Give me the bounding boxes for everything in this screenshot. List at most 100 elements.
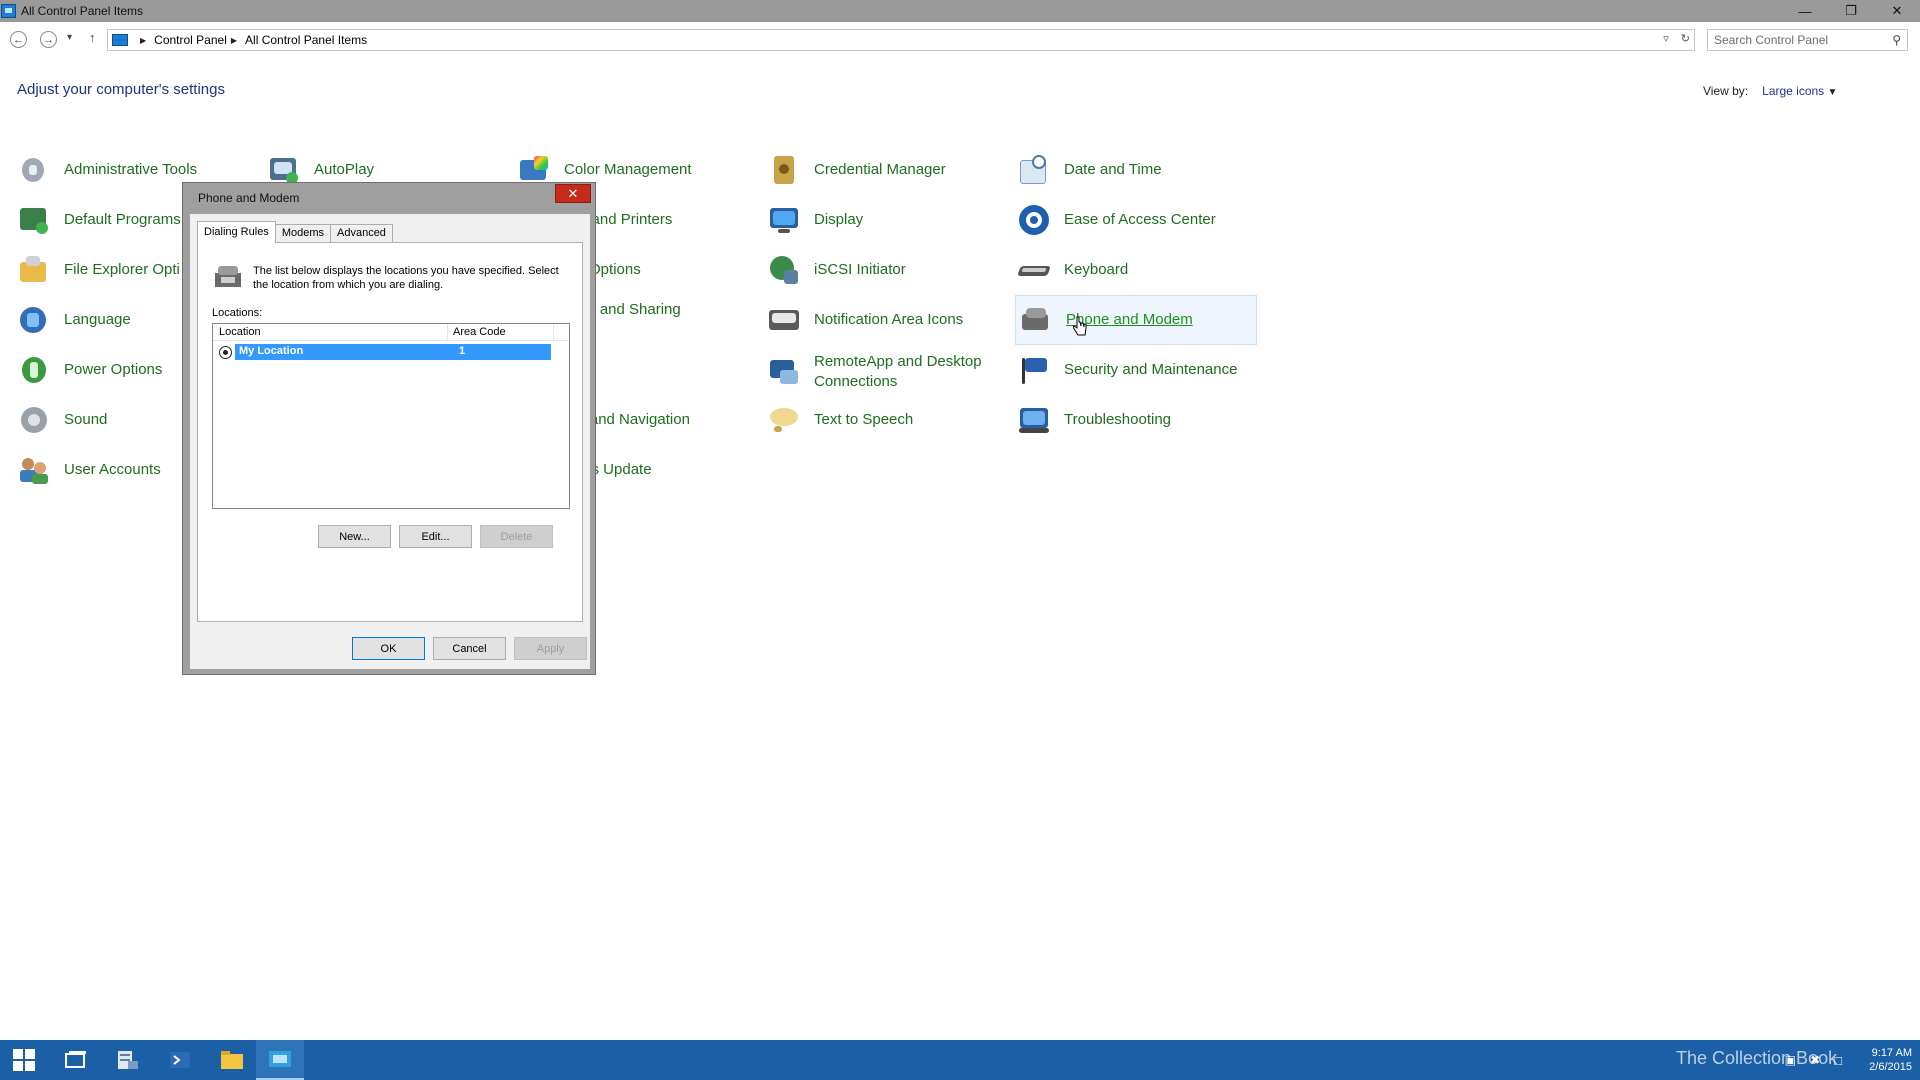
phone-and-modem-dialog: Phone and Modem ✕ Dialing Rules Modems A… [182, 182, 596, 675]
server-manager-icon [118, 1051, 138, 1069]
sound-icon [18, 404, 50, 436]
delete-location-button[interactable]: Delete [480, 525, 553, 548]
breadcrumb-separator-icon[interactable]: ▶ [140, 36, 146, 45]
address-dropdown-chevron-icon[interactable]: ▿ [1663, 32, 1669, 45]
search-box[interactable]: ⚲ [1707, 29, 1908, 51]
recent-locations-chevron-icon[interactable]: ▾ [67, 32, 72, 43]
date-and-time-icon [1018, 154, 1050, 186]
page-title: Adjust your computer's settings [17, 81, 225, 98]
minimize-button[interactable]: — [1782, 0, 1828, 22]
item-troubleshooting[interactable]: Troubleshooting [1018, 402, 1171, 438]
breadcrumb-separator-icon[interactable]: ▶ [231, 36, 237, 45]
display-icon [768, 204, 800, 236]
control-panel-taskbar-button[interactable] [256, 1040, 304, 1080]
keyboard-icon [1017, 254, 1051, 286]
chevron-down-icon: ▼ [1827, 87, 1838, 98]
phone-icon [213, 263, 243, 289]
item-ease-of-access-center[interactable]: Ease of Access Center [1018, 202, 1216, 238]
control-panel-icon [112, 34, 128, 46]
dialing-rules-panel: The list below displays the locations yo… [197, 242, 583, 622]
item-security-and-maintenance[interactable]: Security and Maintenance [1018, 352, 1237, 388]
mouse-pointer-icon [1072, 316, 1087, 336]
ease-of-access-icon [1018, 204, 1050, 236]
apply-button[interactable]: Apply [514, 637, 587, 660]
locations-list[interactable]: Location Area Code My Location 1 [212, 323, 570, 509]
tab-advanced[interactable]: Advanced [330, 224, 393, 243]
user-accounts-icon [18, 454, 50, 486]
cancel-button[interactable]: Cancel [433, 637, 506, 660]
item-display[interactable]: Display [768, 202, 863, 238]
action-center-icon[interactable]: □ [1834, 1053, 1842, 1068]
restore-button[interactable]: ❐ [1828, 0, 1874, 22]
breadcrumb-all-items[interactable]: All Control Panel Items [245, 33, 367, 47]
clock-time: 9:17 AM [1871, 1047, 1912, 1059]
clock[interactable]: 9:17 AM 2/6/2015 [1856, 1046, 1912, 1074]
dialog-close-button[interactable]: ✕ [555, 184, 591, 203]
forward-button[interactable]: → [40, 31, 57, 48]
start-button[interactable] [0, 1040, 48, 1080]
table-row[interactable]: My Location 1 [219, 344, 557, 360]
iscsi-initiator-icon [768, 254, 800, 286]
close-window-button[interactable]: ✕ [1874, 0, 1920, 22]
location-name: My Location [239, 345, 304, 357]
ok-button[interactable]: OK [352, 637, 425, 660]
task-view-button[interactable] [52, 1040, 100, 1080]
address-bar[interactable]: ▶ Control Panel ▶ All Control Panel Item… [107, 29, 1695, 51]
file-explorer-options-icon [18, 254, 50, 286]
system-tray: ▣ ✖ □ 9:17 AM 2/6/2015 [1785, 1040, 1920, 1080]
tab-dialing-rules[interactable]: Dialing Rules [197, 221, 276, 243]
search-input[interactable] [1714, 33, 1884, 47]
powershell-icon [170, 1052, 190, 1068]
navigation-bar: ← → ▾ ↑ ▶ Control Panel ▶ All Control Pa… [0, 26, 1920, 54]
tab-modems[interactable]: Modems [274, 224, 331, 243]
item-default-programs[interactable]: Default Programs [18, 202, 181, 238]
item-text-to-speech[interactable]: Text to Speech [768, 402, 913, 438]
window-controls: — ❐ ✕ [1782, 0, 1920, 22]
text-to-speech-icon [768, 404, 800, 436]
item-remoteapp-and-desktop-connections[interactable]: RemoteApp and Desktop Connections [768, 350, 982, 394]
list-header: Location Area Code [213, 324, 569, 341]
item-iscsi-initiator[interactable]: iSCSI Initiator [768, 252, 906, 288]
administrative-tools-icon [18, 154, 50, 186]
item-phone-and-modem[interactable]: Phone and Modem [1015, 295, 1257, 345]
phone-and-modem-icon [1020, 304, 1052, 336]
network-icon[interactable]: ▣ [1785, 1053, 1796, 1067]
item-notification-area-icons[interactable]: Notification Area Icons [768, 302, 963, 338]
column-location[interactable]: Location [219, 326, 261, 338]
windows-logo-icon [13, 1049, 35, 1071]
breadcrumb-control-panel[interactable]: Control Panel [154, 33, 227, 47]
location-area-code: 1 [459, 345, 466, 357]
taskbar: The Collection Book ▣ ✖ □ 9:17 AM 2/6/20… [0, 1040, 1920, 1080]
selected-radio-icon [219, 345, 232, 359]
item-credential-manager[interactable]: Credential Manager [768, 152, 946, 188]
file-explorer-button[interactable] [208, 1040, 256, 1080]
server-manager-button[interactable] [104, 1040, 152, 1080]
power-options-icon [18, 354, 50, 386]
default-programs-icon [18, 204, 50, 236]
item-administrative-tools[interactable]: Administrative Tools [18, 152, 197, 188]
edit-location-button[interactable]: Edit... [399, 525, 472, 548]
view-by-dropdown[interactable]: Large icons ▼ [1762, 84, 1837, 98]
item-date-and-time[interactable]: Date and Time [1018, 152, 1162, 188]
powershell-button[interactable] [156, 1040, 204, 1080]
view-by: View by: Large icons ▼ [1703, 84, 1837, 98]
item-sound[interactable]: Sound [18, 402, 107, 438]
up-arrow-icon[interactable]: ↑ [89, 30, 96, 45]
control-panel-icon [1, 4, 16, 18]
language-icon [18, 304, 50, 336]
volume-muted-icon[interactable]: ✖ [1810, 1053, 1820, 1067]
item-power-options[interactable]: Power Options [18, 352, 162, 388]
troubleshooting-icon [1018, 404, 1050, 436]
item-language[interactable]: Language [18, 302, 131, 338]
locations-label: Locations: [212, 307, 263, 319]
refresh-icon[interactable]: ↻ [1681, 32, 1690, 45]
dialog-title: Phone and Modem [198, 191, 300, 205]
item-file-explorer-options[interactable]: File Explorer Opti [18, 252, 180, 288]
new-location-button[interactable]: New... [318, 525, 391, 548]
item-keyboard[interactable]: Keyboard [1017, 252, 1128, 288]
search-icon[interactable]: ⚲ [1892, 33, 1901, 47]
item-user-accounts[interactable]: User Accounts [18, 452, 161, 488]
back-button[interactable]: ← [10, 31, 27, 48]
dialing-rules-description: The list below displays the locations yo… [253, 265, 559, 291]
column-area-code[interactable]: Area Code [453, 326, 506, 338]
